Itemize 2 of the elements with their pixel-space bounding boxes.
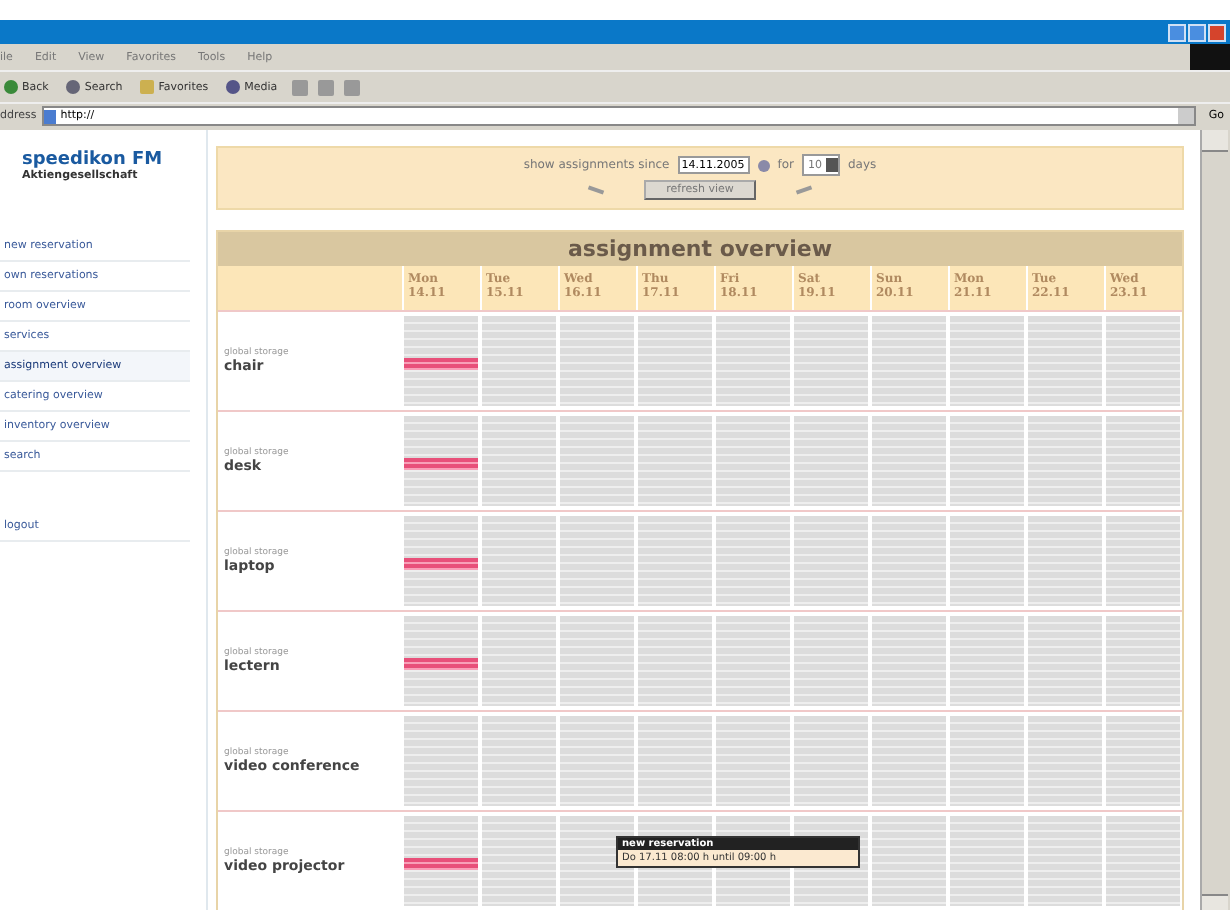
logo-title: speedikon FM xyxy=(20,150,165,170)
table-title: assignment overview xyxy=(218,232,1182,266)
